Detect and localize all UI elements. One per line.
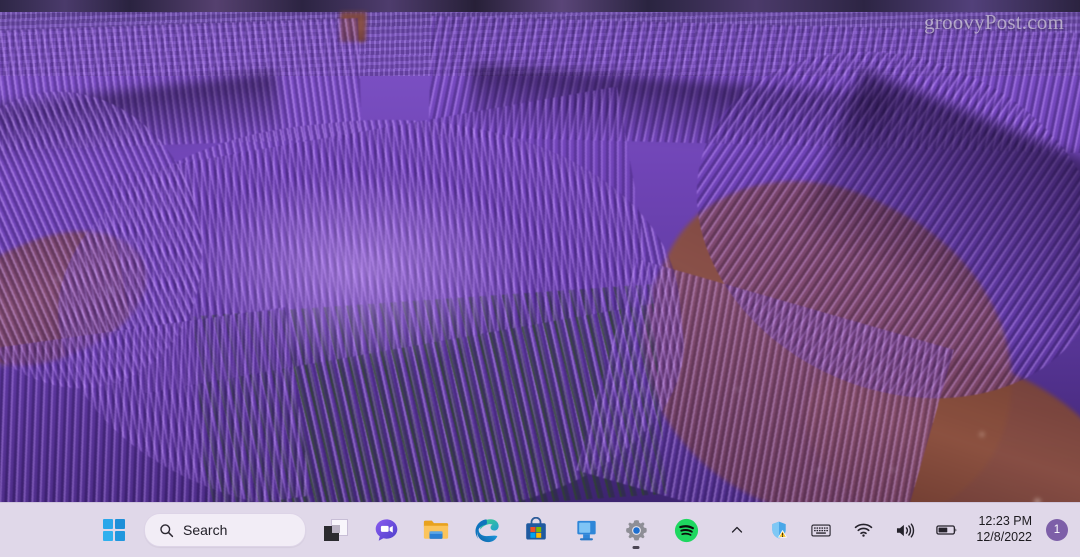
show-hidden-icons-button[interactable]: [716, 510, 758, 550]
taskbar-item-task-view[interactable]: [316, 510, 356, 550]
keyboard-icon: [811, 523, 832, 538]
folder-icon: [422, 517, 450, 543]
tray-item-network[interactable]: [842, 510, 884, 550]
store-icon: [523, 517, 549, 543]
wifi-icon: [854, 522, 873, 538]
task-view-icon: [324, 519, 348, 541]
tray-item-touch-keyboard[interactable]: [800, 510, 842, 550]
search-input[interactable]: Search: [144, 513, 306, 547]
battery-icon: [936, 523, 958, 537]
clock-date: 12/8/2022: [976, 530, 1032, 544]
edge-icon: [473, 517, 500, 544]
start-button[interactable]: [94, 510, 134, 550]
system-tray: 12:23 PM 12/8/2022 1: [716, 503, 1072, 557]
search-icon: [159, 523, 174, 538]
clock-time: 12:23 PM: [978, 514, 1032, 529]
notification-badge[interactable]: 1: [1046, 519, 1068, 541]
tray-item-volume[interactable]: [884, 510, 926, 550]
taskbar-item-chat[interactable]: [366, 510, 406, 550]
taskbar-item-microsoft-store[interactable]: [516, 510, 556, 550]
tray-item-battery[interactable]: [926, 510, 968, 550]
watermark: groovyPost.com: [924, 10, 1064, 34]
teams-chat-icon: [373, 517, 400, 544]
taskbar-item-remote-desktop[interactable]: [566, 510, 606, 550]
speaker-icon: [895, 522, 915, 539]
tray-item-windows-security[interactable]: [758, 510, 800, 550]
chevron-up-icon: [730, 523, 744, 537]
spotify-icon: [673, 517, 700, 544]
taskbar-item-edge[interactable]: [466, 510, 506, 550]
shield-warning-icon: [769, 520, 789, 540]
desktop-wallpaper[interactable]: groovyPost.com: [0, 0, 1080, 503]
clock-and-date[interactable]: 12:23 PM 12/8/2022: [968, 510, 1042, 550]
taskbar-item-settings[interactable]: [616, 510, 656, 550]
windows-logo-icon: [103, 519, 125, 541]
taskbar-item-spotify[interactable]: [666, 510, 706, 550]
monitor-icon: [573, 517, 600, 543]
taskbar-item-file-explorer[interactable]: [416, 510, 456, 550]
taskbar: Search 12:23 PM 12/8/2022 1: [0, 502, 1080, 557]
gear-icon: [623, 517, 650, 544]
running-indicator: [632, 546, 640, 549]
search-label: Search: [183, 522, 228, 538]
desktop-screen: groovyPost.com Search 12:23 PM 12/8/2022…: [0, 0, 1080, 557]
